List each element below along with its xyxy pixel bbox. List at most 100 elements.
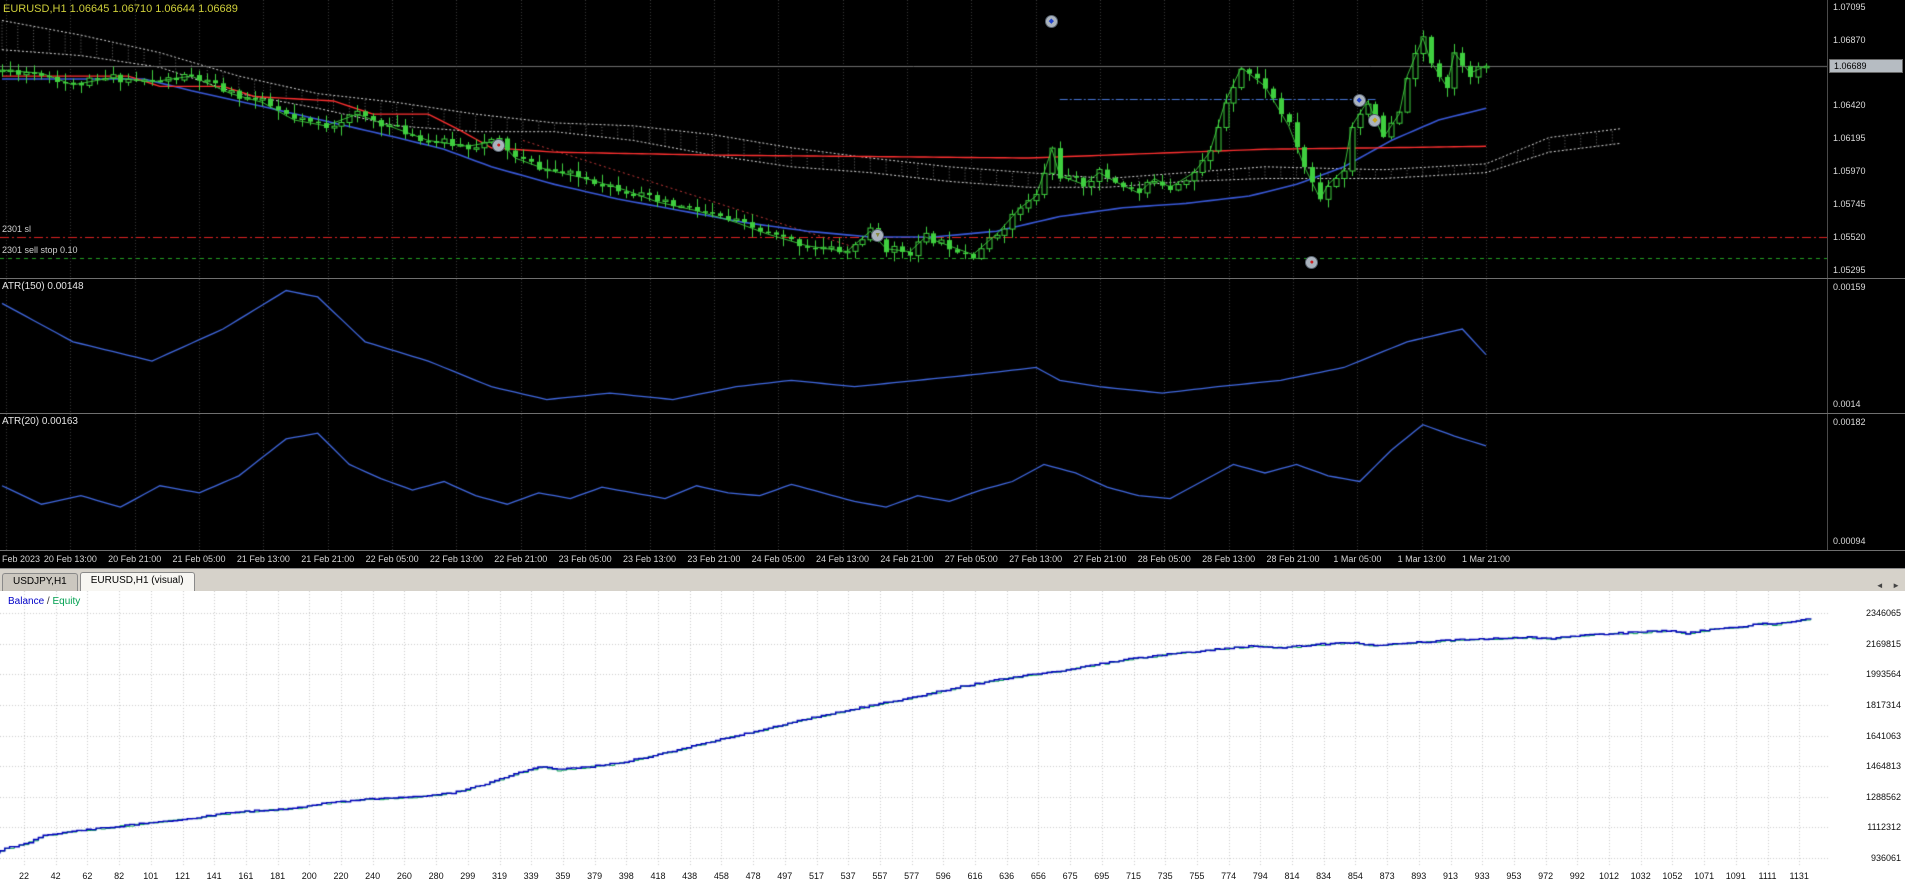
balance-scale-label: 2346065	[1865, 608, 1901, 618]
balance-scale-label: 936061	[1870, 853, 1901, 863]
trade-number-label: 913	[1442, 871, 1459, 881]
panel-divider[interactable]	[0, 550, 1905, 551]
time-axis-label: 22 Feb 21:00	[494, 554, 548, 564]
trade-number-label: 458	[713, 871, 729, 881]
atr20-scale-min: 0.00094	[1833, 536, 1866, 546]
trade-number-label: 794	[1252, 871, 1268, 881]
trade-number-label: 537	[840, 871, 856, 881]
time-axis-label: 27 Feb 13:00	[1009, 554, 1063, 564]
trade-number-label: 359	[555, 871, 571, 881]
trade-number-label: 22	[18, 871, 30, 881]
trade-number-label: 675	[1062, 871, 1078, 881]
time-axis-label: 20 Feb 21:00	[108, 554, 162, 564]
trade-number-label: 438	[682, 871, 698, 881]
trade-number-label: 299	[460, 871, 476, 881]
balance-scale-label: 1641063	[1865, 730, 1901, 741]
trade-number-label: 101	[143, 871, 159, 881]
time-axis-label: 24 Feb 13:00	[816, 554, 870, 564]
trade-number-label: 240	[365, 871, 381, 881]
time-axis-label: 23 Feb 21:00	[687, 554, 741, 564]
trade-number-label: 933	[1474, 871, 1490, 881]
trade-number-label: 972	[1538, 871, 1554, 881]
trade-number-label: 181	[270, 871, 286, 881]
trade-marker[interactable]: ◆	[1044, 14, 1058, 28]
trade-number-label: 339	[523, 871, 539, 881]
time-axis-label: 28 Feb 13:00	[1202, 554, 1256, 564]
atr20-label: ATR(20) 0.00163	[2, 416, 78, 427]
time-axis[interactable]: Feb 2023 20 Feb 13:00 20 Feb 21:00 21 Feb 0…	[0, 551, 1905, 568]
trade-number-label: 616	[967, 871, 983, 881]
tab-scroll-controls: ◄ ►	[1872, 575, 1900, 593]
trade-number-label: 774	[1221, 871, 1237, 881]
tabs-scroll-right-icon[interactable]: ►	[1892, 581, 1900, 590]
time-axis-label: 20 Feb 13:00	[43, 554, 97, 564]
trade-number-label: 62	[82, 871, 93, 881]
chart-tab-eurusd-h1-visual-[interactable]: EURUSD,H1 (visual)	[79, 572, 195, 591]
balance-graph-canvas[interactable]	[0, 591, 1830, 885]
price-scale-label: 1.06420	[1833, 100, 1866, 111]
chart-tab-usdjpy-h1[interactable]: USDJPY,H1	[2, 573, 78, 591]
trade-number-label: 834	[1316, 871, 1332, 881]
trade-number-label: 992	[1569, 871, 1585, 881]
time-axis-label: 21 Feb 21:00	[301, 554, 355, 564]
trade-number-label: 695	[1094, 871, 1110, 881]
trade-number-label: 636	[999, 871, 1015, 881]
price-scale-label: 1.06870	[1833, 34, 1866, 45]
panel-divider[interactable]	[0, 413, 1905, 414]
price-scale[interactable]: 1.07095 1.06870 1.06420 1.06195 1.05970 1.057…	[1827, 0, 1905, 551]
trade-number-label: 893	[1411, 871, 1427, 881]
trade-number-label: 42	[50, 871, 61, 881]
trade-number-label: 141	[206, 871, 222, 881]
trade-number-label: 1071	[1694, 871, 1715, 881]
trade-marker-glyph: ●	[1309, 259, 1314, 267]
time-axis-label: 22 Feb 13:00	[429, 554, 483, 564]
balance-scale-label: 1464813	[1865, 761, 1901, 772]
balance-scale-label: 1817314	[1865, 699, 1901, 710]
trade-number-label: 418	[650, 871, 666, 881]
atr20-canvas[interactable]	[0, 414, 1827, 550]
atr150-indicator-panel: ATR(150) 0.00148	[0, 279, 1827, 413]
trade-number-label: 1052	[1662, 871, 1683, 881]
trade-number-label: 557	[872, 871, 888, 881]
trade-marker[interactable]: ◆	[1352, 93, 1366, 107]
trade-number-label: 873	[1379, 871, 1395, 881]
trade-marker[interactable]: ●	[1305, 256, 1319, 270]
trade-number-label: 280	[428, 871, 444, 881]
trade-markers-layer: ◆ ● ▼ ● ◆ ◆	[0, 0, 1827, 278]
trade-marker-glyph: ●	[496, 142, 501, 150]
atr150-canvas[interactable]	[0, 279, 1827, 413]
time-axis-label: 23 Feb 05:00	[558, 554, 612, 564]
trade-number-label: 1111	[1758, 871, 1777, 881]
strategy-tester-chart-window: EURUSD,H1 1.06645 1.06710 1.06644 1.0668…	[0, 0, 1905, 885]
atr20-scale-max: 0.00182	[1833, 417, 1866, 427]
time-axis-label: 28 Feb 21:00	[1266, 554, 1320, 564]
price-scale-label: 1.05970	[1833, 166, 1866, 177]
trade-marker[interactable]: ◆	[1368, 114, 1382, 128]
time-axis-label: 22 Feb 05:00	[365, 554, 419, 564]
chart-tab-bar: USDJPY,H1 EURUSD,H1 (visual) ◄ ►	[0, 568, 1905, 591]
price-scale-label: 1.05520	[1833, 232, 1866, 243]
trade-number-label: 814	[1284, 871, 1300, 881]
trade-marker-glyph: ▼	[874, 231, 882, 239]
trade-number-label: 398	[618, 871, 634, 881]
trade-number-label: 497	[777, 871, 793, 881]
atr20-indicator-panel: ATR(20) 0.00163	[0, 414, 1827, 550]
trade-number-label: 478	[745, 871, 761, 881]
panel-divider[interactable]	[0, 278, 1905, 279]
trade-number-label: 220	[333, 871, 349, 881]
tabs-scroll-left-icon[interactable]: ◄	[1876, 581, 1884, 590]
time-axis-label: 24 Feb 21:00	[880, 554, 934, 564]
trade-marker[interactable]: ●	[492, 139, 506, 153]
time-axis-label: 21 Feb 13:00	[236, 554, 290, 564]
trade-marker[interactable]: ▼	[871, 228, 885, 242]
balance-legend: Balance / Equity	[8, 596, 80, 607]
trade-number-label: 82	[114, 871, 125, 881]
balance-scale-label: 1112312	[1867, 822, 1901, 833]
time-axis-label: 1 Mar 13:00	[1397, 554, 1446, 564]
trade-number-label: 596	[935, 871, 951, 881]
time-axis-label: 23 Feb 13:00	[622, 554, 677, 564]
trade-number-label: 715	[1125, 871, 1142, 881]
balance-scale-label: 1288562	[1865, 791, 1901, 802]
current-price-tag: 1.06689	[1829, 58, 1903, 73]
trade-number-label: 200	[301, 871, 317, 881]
